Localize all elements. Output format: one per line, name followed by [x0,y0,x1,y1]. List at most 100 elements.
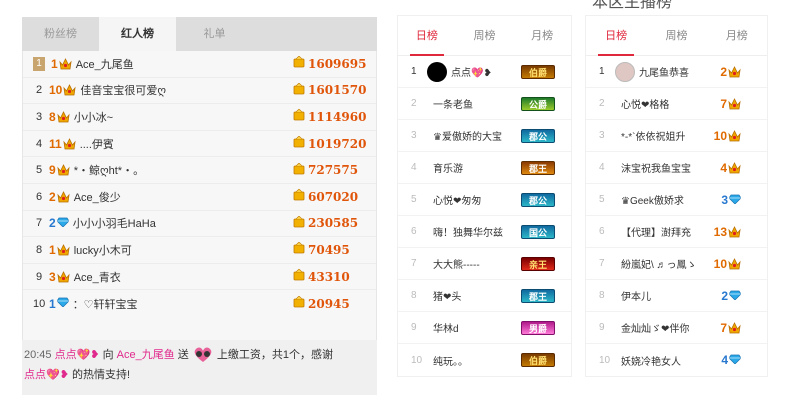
ranking-row[interactable]: 9 3 Ace_青衣 43310 [23,264,376,291]
crown-icon [727,321,741,335]
user-name[interactable]: 点点💖❥ [451,64,492,79]
tab-daily[interactable]: 日榜 [586,16,646,56]
rank-number: 5 [411,194,417,205]
diamond-icon [56,297,69,310]
anchor-name[interactable]: 九尾鱼恭喜 [639,64,689,79]
crown-icon [56,190,70,203]
noble-badge: 国公 [521,224,555,239]
user-name[interactable]: 育乐游 [433,160,463,175]
anchor-row[interactable]: 5 ♛Geek傲娇求 3 [586,184,767,216]
user-name[interactable]: 一条老鱼 [433,96,473,111]
consumer-row[interactable]: 2 一条老鱼 公爵 [398,88,571,120]
medal-icon [293,136,305,151]
user-name[interactable]: ♛爱傲娇的大宝 [433,128,502,143]
level-number: 10 [713,128,727,143]
tab-weekly[interactable]: 周榜 [456,16,514,55]
level-number: 11 [49,136,62,151]
consumer-row[interactable]: 3 ♛爱傲娇的大宝 郡公 [398,120,571,152]
user-name[interactable]: 纯玩。。 [433,353,468,368]
anchor-row[interactable]: 3 *-*`依依祝姐升 10 [586,120,767,152]
consumer-row[interactable]: 8 猪❤头 郡王 [398,280,571,312]
consumer-row[interactable]: 9 华林d 男爵 [398,312,571,344]
anchor-row[interactable]: 7 紛嵐妃\ ♬っ鳳ゝ 10 [586,248,767,280]
ranking-row[interactable]: 3 8 小小冰~ 1114960 [23,104,376,131]
level-number: 3 [49,269,56,284]
level-number: 1 [51,56,58,71]
anchor-name[interactable]: 紛嵐妃\ ♬っ鳳ゝ [621,256,697,271]
user-name[interactable]: 猪❤头 [433,288,461,303]
tab-celebrity[interactable]: 红人榜 [99,17,176,51]
anchor-level: 7 [720,321,741,335]
ranking-row[interactable]: 8 1 lucky小木可 70495 [23,237,376,264]
nickname[interactable]: Ace_俊少 [74,189,121,205]
anchor-row[interactable]: 6 【代理】澍拜充 13 [586,216,767,248]
user-name[interactable]: 嗨！独舞华尔兹 [433,224,503,239]
anchor-name[interactable]: 心悦❤格格 [621,96,669,111]
consumer-row[interactable]: 6 嗨！独舞华尔兹 国公 [398,216,571,248]
ranking-row[interactable]: 6 2 Ace_俊少 607020 [23,184,376,211]
anchor-row[interactable]: 10 妖娆冷艳女人 4 [586,344,767,376]
feed-sender[interactable]: 点点💖❥ [55,349,100,361]
level-number: 1 [49,296,56,311]
tab-monthly[interactable]: 月榜 [513,16,571,55]
anchor-name[interactable]: 【代理】澍拜充 [621,224,691,239]
user-name[interactable]: 大大熊----- [433,256,480,271]
user-name[interactable]: 心悦❤匆匆 [433,192,481,207]
anchor-name[interactable]: *-*`依依祝姐升 [621,128,685,143]
tab-weekly[interactable]: 周榜 [646,16,706,55]
rank-number: 10 [599,354,611,366]
noble-badge: 伯爵 [521,353,555,367]
anchor-row[interactable]: 2 心悦❤格格 7 [586,88,767,120]
nickname[interactable]: 小小小羽毛HaHa [73,215,156,231]
nickname[interactable]: 佳音宝宝很可爱ღ [80,82,166,98]
rank-number: 9 [411,322,417,333]
user-name[interactable]: 华林d [433,320,459,335]
consumer-row[interactable]: 10 纯玩。。 伯爵 [398,344,571,376]
tab-monthly[interactable]: 月榜 [707,16,767,55]
nickname[interactable]: Ace_青衣 [74,269,121,285]
tab-daily[interactable]: 日榜 [398,16,456,56]
nickname[interactable]: Ace_九尾鱼 [76,56,134,72]
ranking-row[interactable]: 10 1 ：♡轩轩宝宝 20945 [23,290,376,317]
ranking-row[interactable]: 2 10 佳音宝宝很可爱ღ 1601570 [23,78,376,105]
anchor-row[interactable]: 1 九尾鱼恭喜 2 [586,56,767,88]
avatar[interactable] [615,61,635,82]
nickname[interactable]: ：♡轩轩宝宝 [73,296,138,312]
consumer-row[interactable]: 5 心悦❤匆匆 郡公 [398,184,571,216]
feed-sender-2[interactable]: 点点💖❥ [24,369,69,381]
tab-gift-list[interactable]: 礼单 [176,17,253,51]
rank-number: 5 [599,194,605,205]
anchor-level: 4 [720,161,741,175]
rank-number: 10 [33,297,46,310]
anchor-name[interactable]: 沫宝祝我鱼宝宝 [621,160,691,175]
score-value: 607020 [308,189,359,204]
nickname[interactable]: ....伊賓 [80,136,114,152]
rank-number: 1 [411,66,417,77]
ranking-row[interactable]: 4 11 ....伊賓 1019720 [23,131,376,158]
ranking-row[interactable]: 5 9 *・鲸ღht*・。 727575 [23,157,376,184]
nickname[interactable]: lucky小木可 [74,242,132,258]
crown-icon [56,270,70,283]
consumer-row[interactable]: 1 点点💖❥ 伯爵 [398,56,571,88]
avatar[interactable] [427,61,447,82]
feed-receiver[interactable]: Ace_九尾鱼 [117,349,175,361]
consumer-row[interactable]: 7 大大熊----- 亲王 [398,248,571,280]
anchor-name[interactable]: 妖娆冷艳女人 [621,353,681,368]
consumer-row[interactable]: 4 育乐游 郡王 [398,152,571,184]
tab-fans[interactable]: 粉丝榜 [22,17,99,51]
nickname[interactable]: *・鲸ღht*・。 [74,162,144,178]
nickname[interactable]: 小小冰~ [74,109,113,125]
anchor-name[interactable]: ♛Geek傲娇求 [621,192,684,207]
anchor-row[interactable]: 8 伊本儿 2 [586,280,767,312]
noble-badge: 男爵 [521,320,555,335]
ranking-row[interactable]: 1 1 Ace_九尾鱼 1609695 [23,51,376,78]
rank-number: 8 [599,290,605,301]
rank-number: 1 [33,56,45,71]
score: 1601570 [293,82,366,98]
level-number: 4 [721,353,728,367]
anchor-row[interactable]: 9 金灿灿ゞ❤伴你 7 [586,312,767,344]
anchor-name[interactable]: 金灿灿ゞ❤伴你 [621,320,689,335]
anchor-name[interactable]: 伊本儿 [621,288,651,303]
ranking-row[interactable]: 7 2 小小小羽毛HaHa 230585 [23,211,376,238]
anchor-row[interactable]: 4 沫宝祝我鱼宝宝 4 [586,152,767,184]
